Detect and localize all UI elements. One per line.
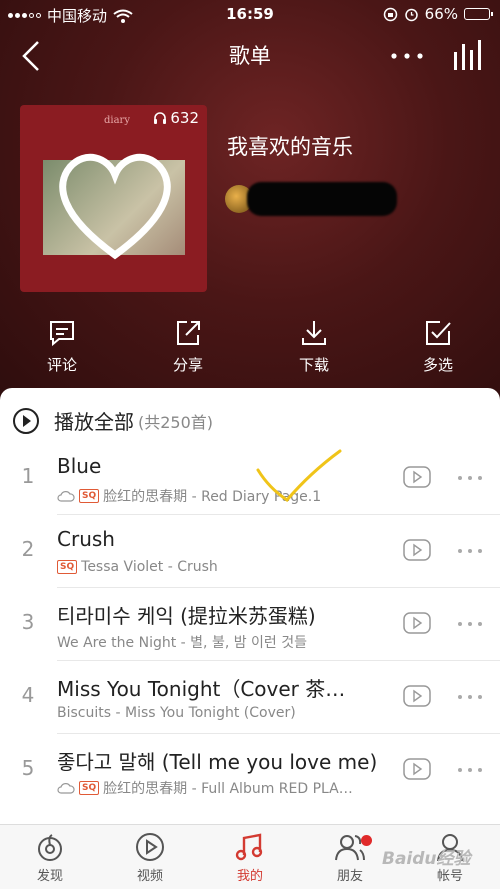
song-index: 4: [21, 683, 35, 707]
share-button[interactable]: 分享: [148, 318, 228, 375]
multi-select-icon: [426, 321, 451, 345]
mv-play-icon[interactable]: [403, 539, 431, 561]
notification-badge: [361, 835, 372, 846]
more-vertical-icon[interactable]: [455, 468, 485, 488]
mv-play-icon[interactable]: [403, 466, 431, 488]
tab-friends[interactable]: 朋友: [310, 831, 390, 884]
more-vertical-icon[interactable]: [455, 541, 485, 561]
play-count: 632: [153, 109, 199, 127]
status-bar: 中国移动 16:59 66%: [0, 0, 500, 30]
download-label: 下载: [298, 356, 329, 374]
playlist-title: 我喜欢的音乐: [227, 135, 353, 159]
song-meta: SQ Tessa Violet - Crush: [57, 559, 218, 575]
redacted-username: [247, 182, 397, 216]
friends-icon: [335, 835, 365, 861]
song-index: 2: [21, 537, 35, 561]
song-meta: We Are the Night - 별, 불, 밤 이런 것들: [57, 632, 307, 652]
song-row[interactable]: 5 좋다고 말해 (Tell me you love me) SQ 脸红的思春期 - …: [0, 734, 500, 807]
battery-percent: 66%: [424, 5, 458, 23]
tab-mine[interactable]: 我的: [210, 831, 290, 884]
nav-bar: 歌单: [0, 32, 500, 80]
mv-play-icon[interactable]: [403, 758, 431, 780]
music-note-icon: [235, 833, 263, 861]
play-count-value: 632: [170, 109, 199, 127]
more-horizontal-icon[interactable]: [388, 42, 426, 70]
song-index: 1: [21, 464, 35, 488]
song-meta: Biscuits - Miss You Tonight (Cover): [57, 705, 296, 721]
song-title: Miss You Tonight（Cover 茶…: [57, 677, 346, 701]
song-meta: SQ 脸红的思春期 - Full Album RED PLA…: [57, 778, 353, 798]
play-all-button[interactable]: 播放全部 (共250首): [12, 406, 213, 435]
more-vertical-icon[interactable]: [455, 687, 485, 707]
play-all-label: 播放全部: [54, 410, 134, 434]
song-index: 3: [21, 610, 35, 634]
alarm-icon: [404, 8, 418, 21]
equalizer-icon[interactable]: [450, 38, 486, 74]
song-row[interactable]: 1 Blue SQ 脸红的思春期 - Red Diary Page.1: [0, 442, 500, 515]
tab-label: 帐号: [436, 869, 463, 884]
multi-select-button[interactable]: 多选: [398, 318, 478, 375]
play-circle-icon: [13, 407, 39, 434]
song-title: 좋다고 말해 (Tell me you love me): [57, 750, 378, 774]
song-row[interactable]: 3 티라미수 케익 (提拉米苏蛋糕) We Are the Night - 별, 불…: [0, 588, 500, 661]
tab-label: 我的: [236, 869, 263, 884]
tab-discover[interactable]: 发现: [10, 831, 90, 884]
song-subtitle: We Are the Night - 별, 불, 밤 이런 것들: [57, 635, 308, 651]
tab-label: 朋友: [336, 869, 363, 884]
rotation-lock-icon: [383, 7, 397, 21]
more-vertical-icon[interactable]: [455, 614, 485, 634]
battery-icon: [464, 8, 493, 20]
share-label: 分享: [172, 356, 203, 374]
checkmark-annotation: [256, 449, 342, 502]
status-right: 66%: [383, 5, 493, 23]
song-subtitle: Tessa Violet - Crush: [81, 559, 218, 575]
cover-label: diary: [104, 115, 130, 126]
more-vertical-icon[interactable]: [455, 760, 485, 780]
comment-label: 评论: [46, 356, 77, 374]
cloud-icon: [57, 491, 75, 502]
song-row[interactable]: 4 Miss You Tonight（Cover 茶… Biscuits - Mis…: [0, 661, 500, 734]
playlist-cover[interactable]: diary 632: [20, 105, 207, 292]
tab-label: 发现: [36, 869, 63, 884]
mv-play-icon[interactable]: [403, 612, 431, 634]
watermark: Baidu经验: [382, 849, 471, 869]
song-subtitle: Biscuits - Miss You Tonight (Cover): [57, 705, 296, 721]
tab-label: 视频: [136, 869, 163, 884]
video-icon: [136, 833, 164, 861]
comment-icon: [50, 321, 74, 347]
song-title: Crush: [57, 527, 115, 551]
heart-icon: [59, 153, 171, 260]
headphones-icon: [154, 112, 167, 124]
creator[interactable]: [225, 182, 397, 216]
comment-button[interactable]: 评论: [22, 318, 102, 375]
song-subtitle: 脸红的思春期 - Full Album RED PLA…: [103, 781, 353, 797]
song-list-panel: 播放全部 (共250首) 1 Blue SQ 脸红的思春期 - Red Diary P…: [0, 388, 500, 889]
song-count: (共250首): [138, 412, 214, 432]
cloud-icon: [57, 783, 75, 794]
song-row[interactable]: 2 Crush SQ Tessa Violet - Crush: [0, 515, 500, 588]
sq-badge: SQ: [79, 781, 100, 795]
netease-logo-icon: [38, 834, 62, 861]
sq-badge: SQ: [57, 560, 78, 574]
playlist-actions: 评论 分享 下载 多选: [0, 318, 500, 380]
share-icon: [177, 321, 200, 345]
download-button[interactable]: 下载: [274, 318, 354, 375]
sq-badge: SQ: [79, 489, 100, 503]
song-index: 5: [21, 756, 35, 780]
song-title: 티라미수 케익 (提拉米苏蛋糕): [57, 604, 316, 628]
tab-video[interactable]: 视频: [110, 831, 190, 884]
mv-play-icon[interactable]: [403, 685, 431, 707]
song-title: Blue: [57, 454, 102, 478]
download-icon: [302, 321, 326, 345]
multi-select-label: 多选: [422, 356, 453, 374]
